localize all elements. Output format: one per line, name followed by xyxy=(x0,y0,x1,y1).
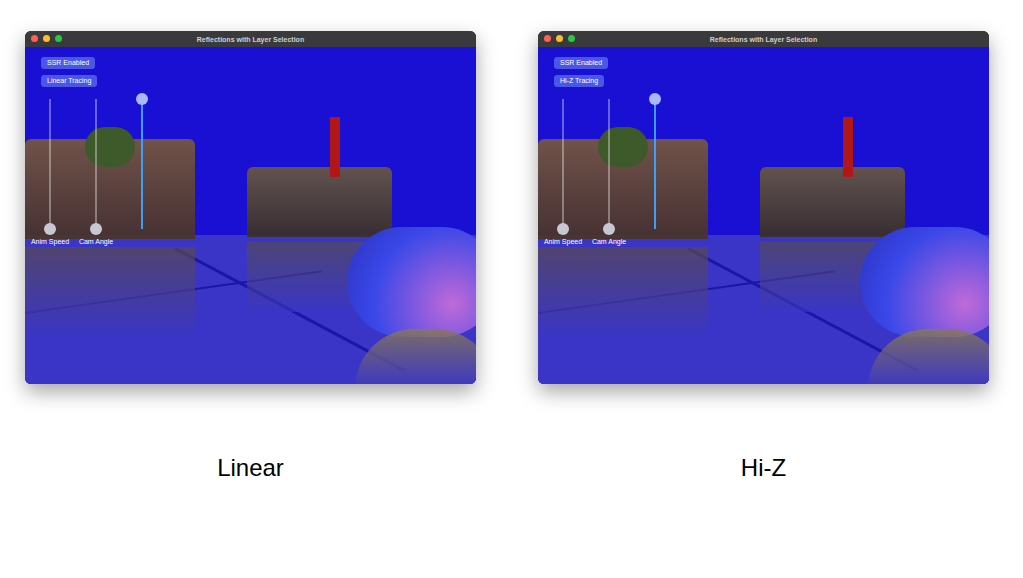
palm-tree xyxy=(598,127,648,167)
panel-caption: Hi-Z xyxy=(741,454,786,482)
vertical-slider[interactable]: Cam Angle xyxy=(73,99,119,245)
vertical-slider[interactable]: Cam Angle xyxy=(586,99,632,245)
slider-track[interactable] xyxy=(90,99,102,229)
vertical-slider[interactable]: Anim Speed xyxy=(540,99,586,245)
app-window: Reflections with Layer Selection SSR Enab… xyxy=(25,31,476,384)
slider-fill xyxy=(654,99,656,229)
slider-track[interactable] xyxy=(44,99,56,229)
slider-track[interactable] xyxy=(649,99,661,229)
slider-knob[interactable] xyxy=(603,223,615,235)
slider-track[interactable] xyxy=(557,99,569,229)
slider-knob[interactable] xyxy=(557,223,569,235)
minimize-button[interactable] xyxy=(43,35,50,42)
window-controls xyxy=(544,35,575,42)
slider-group: Anim Speed Cam Angle xyxy=(27,99,165,245)
app-window: Reflections with Layer Selection SSR Enab… xyxy=(538,31,989,384)
slider-knob[interactable] xyxy=(90,223,102,235)
slider-knob[interactable] xyxy=(44,223,56,235)
toggle-button[interactable]: Linear Tracing xyxy=(41,75,97,87)
window-title: Reflections with Layer Selection xyxy=(710,36,817,43)
temple-right xyxy=(760,167,905,237)
slider-knob[interactable] xyxy=(136,93,148,105)
temple-right xyxy=(247,167,392,237)
slider-rail xyxy=(49,99,51,229)
slider-rail xyxy=(562,99,564,229)
close-button[interactable] xyxy=(31,35,38,42)
slider-track[interactable] xyxy=(603,99,615,229)
vertical-slider[interactable] xyxy=(632,99,678,229)
toggle-button[interactable]: SSR Enabled xyxy=(41,57,95,69)
palm-tree xyxy=(85,127,135,167)
slider-label: Cam Angle xyxy=(79,238,113,245)
title-bar: Reflections with Layer Selection xyxy=(25,31,476,47)
slider-track[interactable] xyxy=(136,99,148,229)
close-button[interactable] xyxy=(544,35,551,42)
slider-rail xyxy=(608,99,610,229)
slider-knob[interactable] xyxy=(649,93,661,105)
minimize-button[interactable] xyxy=(556,35,563,42)
title-bar: Reflections with Layer Selection xyxy=(538,31,989,47)
render-view[interactable]: SSR Enabled Hi-Z Tracing Anim Speed Cam Ang… xyxy=(538,47,989,384)
red-pillar xyxy=(330,117,340,177)
control-buttons: SSR Enabled Linear Tracing xyxy=(41,57,97,87)
render-view[interactable]: SSR Enabled Linear Tracing Anim Speed Cam A… xyxy=(25,47,476,384)
vertical-slider[interactable] xyxy=(119,99,165,229)
sphere xyxy=(347,227,476,337)
zoom-button[interactable] xyxy=(55,35,62,42)
slide-panel: Reflections with Layer Selection SSR Enab… xyxy=(538,31,989,482)
slider-group: Anim Speed Cam Angle xyxy=(540,99,678,245)
vertical-slider[interactable]: Anim Speed xyxy=(27,99,73,245)
zoom-button[interactable] xyxy=(568,35,575,42)
slider-rail xyxy=(95,99,97,229)
red-pillar xyxy=(843,117,853,177)
sphere xyxy=(860,227,989,337)
temple-reflection xyxy=(538,247,708,337)
slider-fill xyxy=(141,99,143,229)
control-buttons: SSR Enabled Hi-Z Tracing xyxy=(554,57,608,87)
slider-label: Cam Angle xyxy=(592,238,626,245)
window-controls xyxy=(31,35,62,42)
slide-panel: Reflections with Layer Selection SSR Enab… xyxy=(25,31,476,482)
temple-reflection xyxy=(25,247,195,337)
window-title: Reflections with Layer Selection xyxy=(197,36,304,43)
panel-caption: Linear xyxy=(217,454,284,482)
toggle-button[interactable]: Hi-Z Tracing xyxy=(554,75,604,87)
slider-label: Anim Speed xyxy=(544,238,582,245)
slider-label: Anim Speed xyxy=(31,238,69,245)
toggle-button[interactable]: SSR Enabled xyxy=(554,57,608,69)
